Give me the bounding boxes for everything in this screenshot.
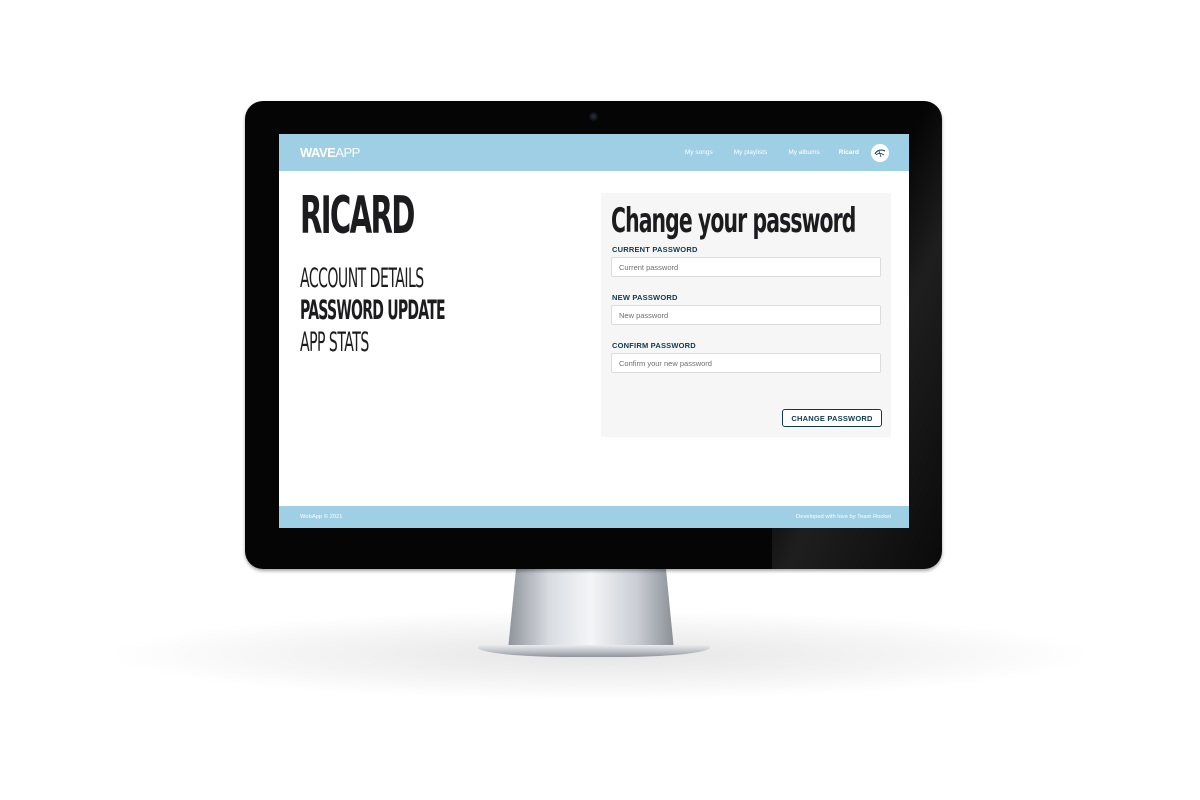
footer-credits: Developed with love by Team Rocket [796,514,891,520]
menu-password-update[interactable]: PASSWORD UPDATE [300,297,446,324]
user-avatar-icon[interactable] [871,143,889,162]
screen: WAVE APP My songs My playlists My albums … [279,134,909,528]
confirm-password-input[interactable] [611,353,881,373]
camera-icon [589,112,598,121]
profile-name: RICARD [300,186,415,246]
logo-app: APP [335,145,360,160]
logo-wave: WAVE [300,145,336,160]
nav-username[interactable]: Ricard [839,149,859,156]
app-logo[interactable]: WAVE APP [300,145,360,160]
nav-link-my-playlists[interactable]: My playlists [734,149,768,156]
menu-account-details[interactable]: ACCOUNT DETAILS [300,265,424,292]
current-password-label: CURRENT PASSWORD [612,245,698,254]
new-password-input[interactable] [611,305,881,325]
password-card: Change your password CURRENT PASSWORD NE… [601,193,891,437]
menu-app-stats[interactable]: APP STATS [300,329,369,356]
monitor-stand [508,566,674,650]
nav-link-my-songs[interactable]: My songs [685,149,713,156]
current-password-input[interactable] [611,257,881,277]
change-password-button[interactable]: CHANGE PASSWORD [782,409,882,427]
avatar-drawing [874,148,886,157]
footer-copyright: WebApp © 2021 [300,514,343,520]
new-password-label: NEW PASSWORD [612,293,678,302]
card-title: Change your password [611,201,856,241]
navbar: WAVE APP My songs My playlists My albums … [279,134,909,171]
nav-link-my-albums[interactable]: My albums [788,149,819,156]
footer: WebApp © 2021 Developed with love by Tea… [279,506,909,528]
confirm-password-label: CONFIRM PASSWORD [612,341,696,350]
monitor-bezel: WAVE APP My songs My playlists My albums … [245,101,942,569]
nav-links: My songs My playlists My albums Ricard [664,143,889,162]
